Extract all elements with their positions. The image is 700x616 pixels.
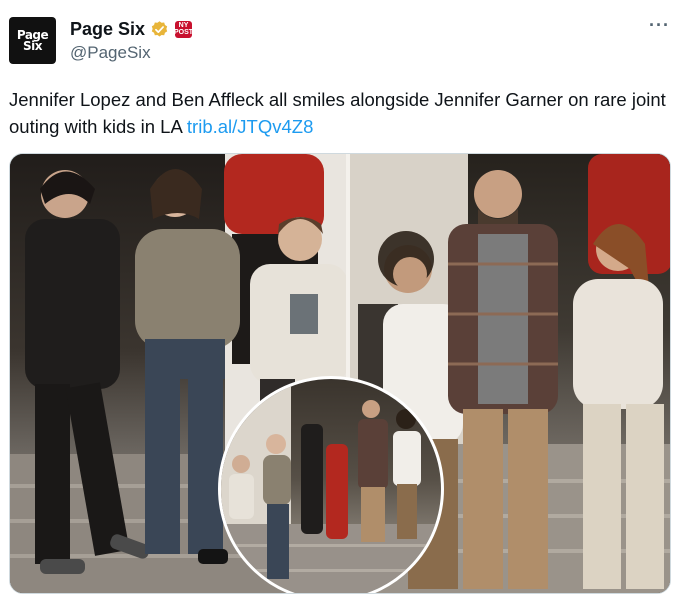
verified-badge-icon: [150, 20, 169, 39]
author-name-row: Page Six NY POST: [70, 18, 194, 40]
tweet-link[interactable]: trib.al/JTQv4Z8: [187, 116, 313, 137]
avatar[interactable]: Page Six: [9, 17, 56, 64]
tweet-text: Jennifer Lopez and Ben Affleck all smile…: [9, 86, 669, 140]
photo-inset[interactable]: [218, 376, 444, 593]
more-options-icon[interactable]: ···: [649, 16, 670, 34]
tweet-body: Jennifer Lopez and Ben Affleck all smile…: [9, 89, 666, 137]
affiliate-badge-icon[interactable]: NY POST: [174, 20, 194, 38]
affiliate-badge-text: NY POST: [174, 22, 194, 36]
tweet[interactable]: Page Six Page Six NY POST @PageSix ··· J…: [0, 0, 700, 616]
photo-inset-scene: [221, 379, 441, 593]
avatar-text-line-2: Six: [23, 38, 43, 53]
tweet-media[interactable]: [9, 153, 671, 594]
display-name[interactable]: Page Six: [70, 19, 145, 40]
author-handle[interactable]: @PageSix: [70, 43, 151, 63]
